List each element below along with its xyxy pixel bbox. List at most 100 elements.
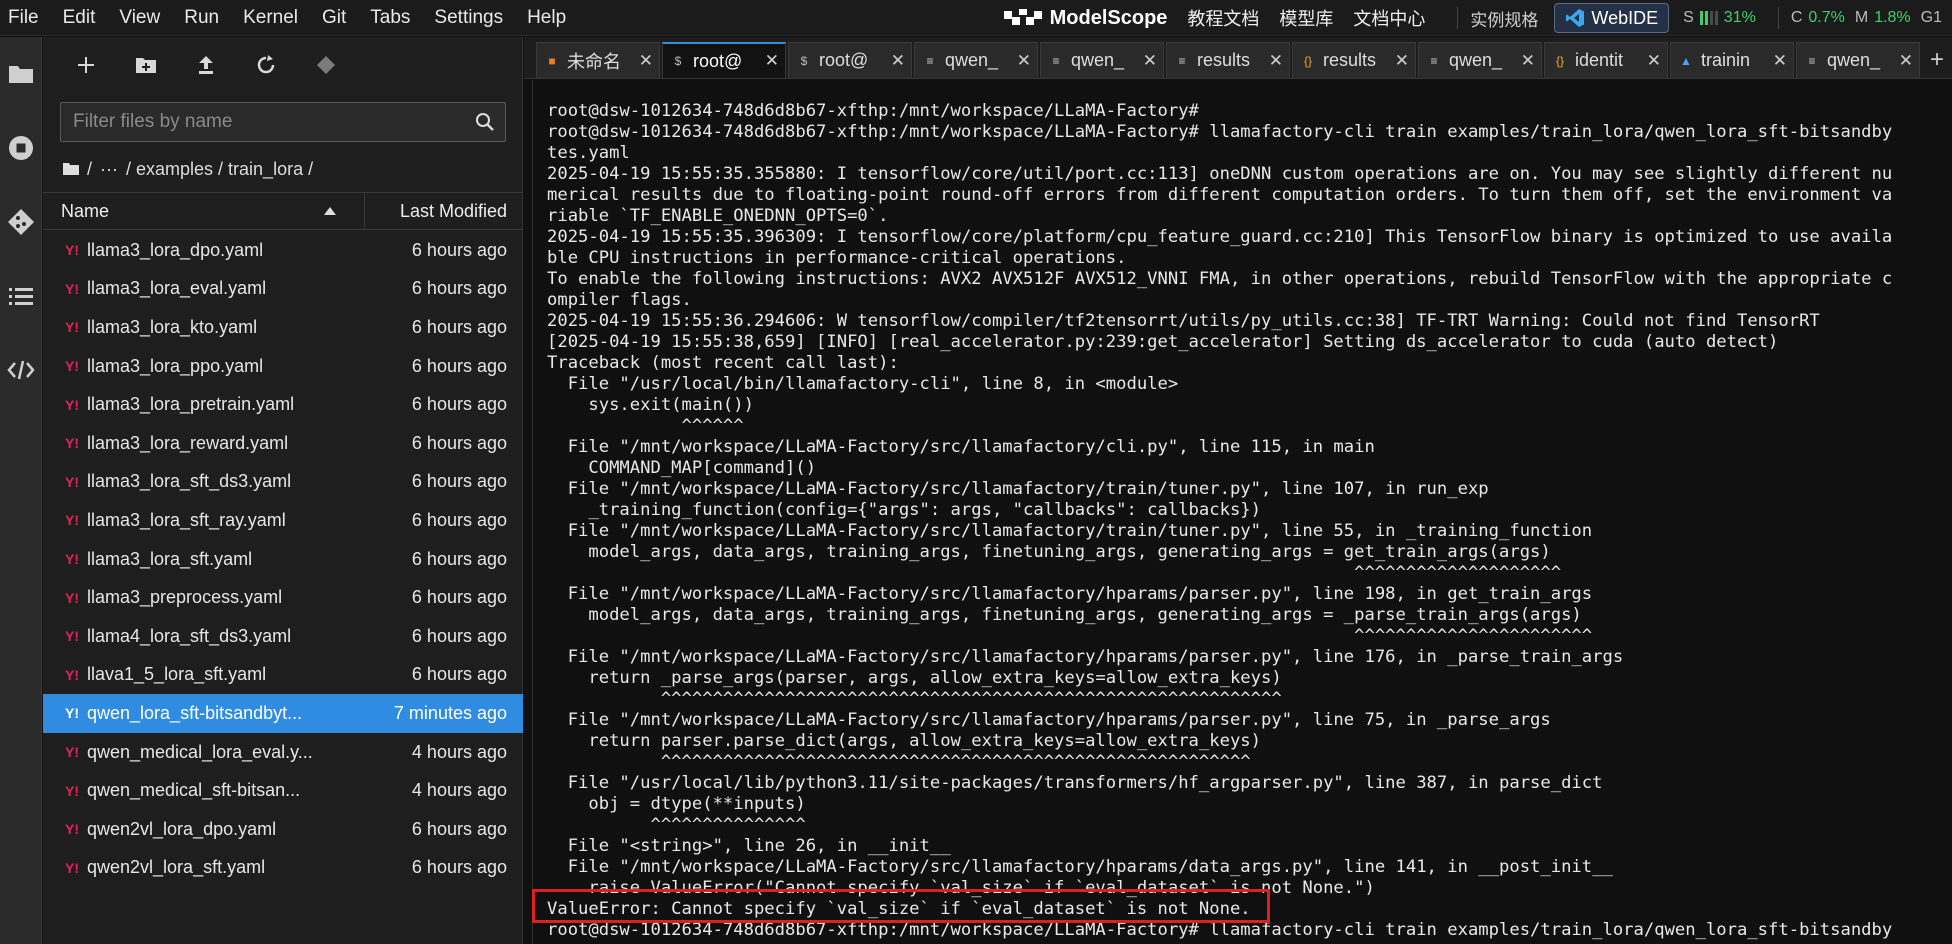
tab-item[interactable]: ≡ qwen_ ✕ <box>1040 42 1164 78</box>
nav-model-library[interactable]: 模型库 <box>1279 5 1333 31</box>
column-name-header[interactable]: Name <box>43 193 365 229</box>
file-name: qwen_lora_sft-bitsandbyt... <box>87 702 303 723</box>
file-modified: 6 hours ago <box>411 394 507 415</box>
file-modified: 6 hours ago <box>411 239 507 260</box>
folder-icon <box>9 66 33 83</box>
terminal-line: merical results due to floating-point ro… <box>547 185 1893 205</box>
file-modified: 6 hours ago <box>411 818 507 839</box>
close-icon[interactable]: ✕ <box>1017 51 1031 71</box>
close-icon[interactable]: ✕ <box>891 51 905 71</box>
git-clone-button[interactable] <box>313 52 339 78</box>
close-icon[interactable]: ✕ <box>1395 51 1409 71</box>
column-modified-header[interactable]: Last Modified <box>365 201 523 222</box>
menu-settings[interactable]: Settings <box>424 0 517 36</box>
stat-c-value: 0.7% <box>1808 9 1845 26</box>
file-row[interactable]: Y! llama4_lora_sft_ds3.yaml 6 hours ago <box>43 617 523 656</box>
menu-edit[interactable]: Edit <box>53 0 110 36</box>
yaml-file-icon: Y! <box>65 628 79 645</box>
file-row[interactable]: Y! qwen2vl_lora_sft.yaml 6 hours ago <box>43 849 523 888</box>
close-icon[interactable]: ✕ <box>1899 51 1913 71</box>
add-tab-button[interactable]: + <box>1922 42 1952 78</box>
file-row[interactable]: Y! qwen_lora_sft-bitsandbyt... 7 minutes a… <box>43 694 523 733</box>
plus-icon <box>78 57 94 73</box>
terminal-line: model_args, data_args, training_args, fi… <box>547 605 1582 625</box>
webide-button[interactable]: WebIDE <box>1554 3 1670 33</box>
menu-file[interactable]: File <box>0 0 53 36</box>
tab-item[interactable]: ≡ qwen_ ✕ <box>914 42 1038 78</box>
tab-item[interactable]: ▲ trainin ✕ <box>1670 42 1794 78</box>
file-row[interactable]: Y! llama3_lora_sft_ray.yaml 6 hours ago <box>43 501 523 540</box>
file-modified: 7 minutes ago <box>393 702 507 723</box>
file-name: llama4_lora_sft_ds3.yaml <box>87 625 292 646</box>
file-row[interactable]: Y! llama3_lora_sft_ds3.yaml 6 hours ago <box>43 463 523 502</box>
breadcrumb-ellipsis[interactable]: ··· <box>100 159 118 180</box>
nav-docs-center[interactable]: 文档中心 <box>1353 5 1425 31</box>
tab-item[interactable]: ■ 未命名 ✕ <box>536 42 660 78</box>
file-row[interactable]: Y! qwen_medical_sft-bitsan... 4 hours ago <box>43 771 523 810</box>
file-row[interactable]: Y! llama3_preprocess.yaml 6 hours ago <box>43 578 523 617</box>
file-row[interactable]: Y! llama3_lora_ppo.yaml 6 hours ago <box>43 347 523 386</box>
upload-button[interactable] <box>193 52 219 78</box>
git-icon <box>8 209 34 235</box>
tab-label: qwen_ <box>1827 50 1881 70</box>
breadcrumb-root[interactable]: / <box>87 159 92 180</box>
refresh-button[interactable] <box>253 52 279 78</box>
tab-item[interactable]: $ root@ ✕ <box>662 42 786 78</box>
tab-item[interactable]: ≡ qwen_ ✕ <box>1418 42 1542 78</box>
new-folder-button[interactable] <box>133 52 159 78</box>
close-icon[interactable]: ✕ <box>1647 51 1661 71</box>
close-icon[interactable]: ✕ <box>1773 51 1787 71</box>
sidebar-git[interactable] <box>0 185 42 259</box>
breadcrumb: / ··· / examples / train_lora / <box>63 154 313 184</box>
nav-tutorials[interactable]: 教程文档 <box>1187 5 1259 31</box>
close-icon[interactable]: ✕ <box>639 51 653 71</box>
file-row[interactable]: Y! llama3_lora_sft.yaml 6 hours ago <box>43 540 523 579</box>
sidebar-toc[interactable] <box>0 259 42 333</box>
terminal-output[interactable]: root@dsw-1012634-748d6d8b67-xfthp:/mnt/w… <box>532 80 1952 944</box>
terminal-line: ^^^^^^^^^^^^^^^^^^^^^^^ <box>547 626 1593 646</box>
file-modified: 4 hours ago <box>411 780 507 801</box>
tab-item[interactable]: {} identit ✕ <box>1544 42 1668 78</box>
file-row[interactable]: Y! llama3_lora_pretrain.yaml 6 hours ago <box>43 385 523 424</box>
file-row[interactable]: Y! llava1_5_lora_sft.yaml 6 hours ago <box>43 656 523 695</box>
terminal-line: 2025-04-19 15:55:35.396309: I tensorflow… <box>547 227 1893 247</box>
terminal-line: ValueError: Cannot specify `val_size` if… <box>547 899 1251 919</box>
file-row[interactable]: Y! qwen2vl_lora_dpo.yaml 6 hours ago <box>43 810 523 849</box>
file-row[interactable]: Y! llama3_lora_reward.yaml 6 hours ago <box>43 424 523 463</box>
new-launcher-button[interactable] <box>73 52 99 78</box>
file-row[interactable]: Y! llama3_lora_dpo.yaml 6 hours ago <box>43 231 523 270</box>
terminal-line: obj = dtype(**inputs) <box>547 794 806 814</box>
menu-help[interactable]: Help <box>517 0 580 36</box>
terminal-line: ^^^^^^^^^^^^^^^^^^^^ <box>547 563 1562 583</box>
file-row[interactable]: Y! qwen_medical_lora_eval.y... 4 hours ago <box>43 733 523 772</box>
sidebar-running[interactable] <box>0 111 42 185</box>
file-row[interactable]: Y! llama3_lora_eval.yaml 6 hours ago <box>43 270 523 309</box>
close-icon[interactable]: ✕ <box>1143 51 1157 71</box>
file-row[interactable]: Y! llama3_lora_kto.yaml 6 hours ago <box>43 308 523 347</box>
menu-run[interactable]: Run <box>174 0 233 36</box>
close-icon[interactable]: ✕ <box>1521 51 1535 71</box>
instance-spec-link[interactable]: 实例规格 <box>1470 6 1538 31</box>
terminal-line: tes.yaml <box>547 143 630 163</box>
modelscope-logo[interactable]: ModelScope <box>1002 7 1167 30</box>
file-filter-input[interactable] <box>61 111 461 133</box>
folder-icon[interactable] <box>63 162 79 176</box>
tab-item[interactable]: $ root@ ✕ <box>788 42 912 78</box>
terminal-line: riable `TF_ENABLE_ONEDNN_OPTS=0`. <box>547 206 889 226</box>
menu-kernel[interactable]: Kernel <box>233 0 312 36</box>
stat-s-value: 31% <box>1723 9 1756 26</box>
sidebar-extensions[interactable] <box>0 333 42 407</box>
close-icon[interactable]: ✕ <box>1269 51 1283 71</box>
menu-git[interactable]: Git <box>312 0 360 36</box>
tab-item[interactable]: ≡ qwen_ ✕ <box>1796 42 1920 78</box>
file-name: qwen2vl_lora_sft.yaml <box>87 857 266 878</box>
breadcrumb-path[interactable]: / examples / train_lora / <box>126 159 313 180</box>
tab-item[interactable]: {} results ✕ <box>1292 42 1416 78</box>
close-icon[interactable]: ✕ <box>765 51 779 71</box>
sidebar-file-browser[interactable] <box>0 37 42 111</box>
menu-view[interactable]: View <box>109 0 174 36</box>
tab-label: qwen_ <box>1071 50 1125 70</box>
yaml-file-icon: Y! <box>65 821 79 838</box>
tab-item[interactable]: ≡ results ✕ <box>1166 42 1290 78</box>
menu-tabs[interactable]: Tabs <box>360 0 424 36</box>
